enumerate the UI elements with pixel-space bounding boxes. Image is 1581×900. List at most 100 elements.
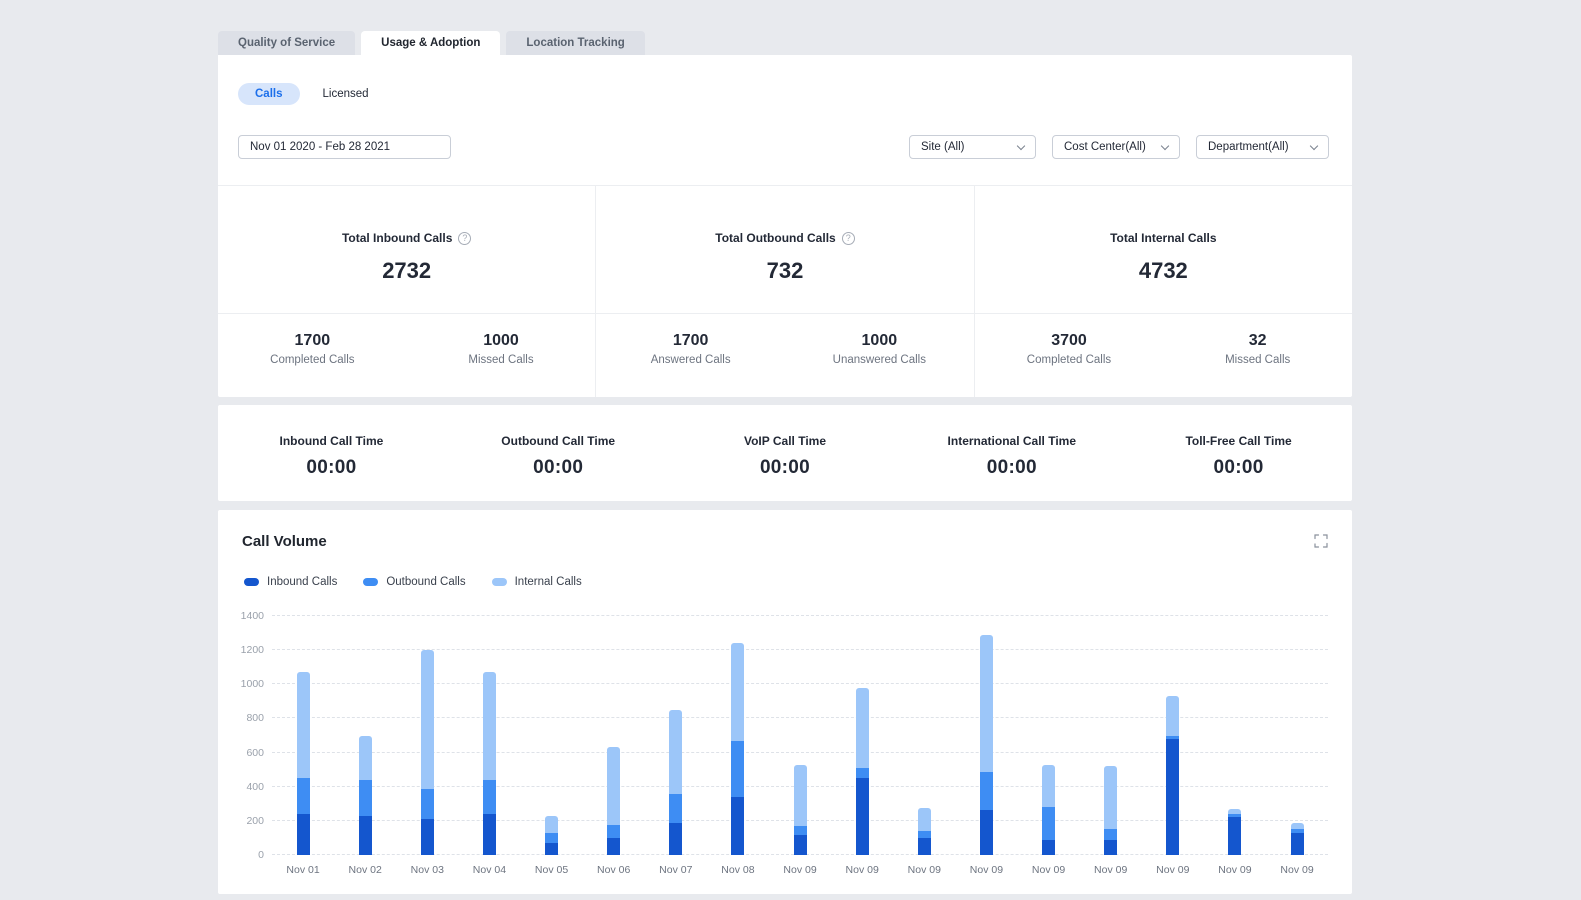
bar-16[interactable] [1204, 616, 1266, 855]
bar-segment [731, 643, 744, 740]
date-range-input[interactable] [238, 135, 451, 159]
tab-usage-adoption[interactable]: Usage & Adoption [361, 31, 500, 55]
stacked-bar [918, 808, 931, 855]
bar-segment [794, 765, 807, 826]
bar-segment [856, 768, 869, 778]
filter-row: Site (All) Cost Center(All) Department(A… [238, 135, 1329, 159]
bar-segment [918, 831, 931, 838]
y-tick-label: 0 [258, 849, 264, 861]
bar-segment [1042, 840, 1055, 855]
bar-17[interactable] [1266, 616, 1328, 855]
sub-stat-value: 32 [1163, 332, 1352, 350]
bar-segment [1104, 829, 1117, 839]
legend-item-outbound[interactable]: Outbound Calls [363, 576, 465, 588]
tab-location-tracking[interactable]: Location Tracking [506, 31, 644, 55]
site-filter-value: Site (All) [921, 141, 964, 153]
stacked-bar [607, 747, 620, 855]
toggle-calls[interactable]: Calls [238, 83, 300, 105]
info-icon[interactable]: ? [842, 232, 855, 245]
legend-chip [492, 578, 507, 586]
x-tick-label: Nov 07 [645, 864, 707, 876]
bar-9[interactable] [769, 616, 831, 855]
internal-calls-total: Total Internal Calls 4732 [975, 186, 1352, 314]
call-volume-card: Call Volume Inbound Calls Outbound Calls [218, 510, 1352, 894]
bar-15[interactable] [1142, 616, 1204, 855]
call-time-title: Inbound Call Time [218, 434, 445, 448]
bar-segment [1228, 817, 1241, 855]
legend-item-inbound[interactable]: Inbound Calls [244, 576, 337, 588]
bar-2[interactable] [334, 616, 396, 855]
bar-segment [669, 823, 682, 855]
tab-quality-of-service[interactable]: Quality of Service [218, 31, 355, 55]
stat-value: 2732 [218, 258, 595, 284]
bar-segment [731, 797, 744, 855]
sub-stat-value: 1700 [596, 332, 785, 350]
bar-7[interactable] [645, 616, 707, 855]
bar-13[interactable] [1018, 616, 1080, 855]
x-tick-label: Nov 09 [831, 864, 893, 876]
sub-stat-value: 1000 [785, 332, 974, 350]
x-tick-label: Nov 01 [272, 864, 334, 876]
bar-5[interactable] [521, 616, 583, 855]
bar-segment [669, 794, 682, 823]
site-filter-dropdown[interactable]: Site (All) [909, 135, 1036, 159]
legend-label: Internal Calls [515, 576, 582, 588]
bar-12[interactable] [955, 616, 1017, 855]
inbound-calls-total: Total Inbound Calls ? 2732 [218, 186, 595, 314]
bar-segment [856, 778, 869, 855]
stacked-bar [794, 765, 807, 855]
bar-11[interactable] [893, 616, 955, 855]
bars-container [272, 616, 1328, 855]
toggle-licensed[interactable]: Licensed [310, 83, 382, 105]
legend-item-internal[interactable]: Internal Calls [492, 576, 582, 588]
sub-stat-label: Completed Calls [218, 354, 407, 366]
bar-segment [297, 814, 310, 855]
y-tick-label: 800 [246, 712, 264, 724]
x-tick-label: Nov 09 [1018, 864, 1080, 876]
cost-center-filter-dropdown[interactable]: Cost Center(All) [1052, 135, 1180, 159]
sub-stat-label: Answered Calls [596, 354, 785, 366]
bar-segment [980, 635, 993, 772]
legend-label: Inbound Calls [267, 576, 337, 588]
bar-segment [1166, 739, 1179, 855]
bar-segment [421, 650, 434, 789]
x-tick-label: Nov 09 [1266, 864, 1328, 876]
bar-segment [545, 833, 558, 843]
internal-calls-summary: Total Internal Calls 4732 3700 Completed… [975, 186, 1352, 397]
analytics-page: Quality of Service Usage & Adoption Loca… [218, 0, 1352, 894]
chevron-down-icon [1310, 141, 1318, 149]
calls-licensed-toggle: Calls Licensed [218, 55, 1352, 105]
x-axis: Nov 01Nov 02Nov 03Nov 04Nov 05Nov 06Nov … [272, 864, 1328, 876]
bar-4[interactable] [458, 616, 520, 855]
stacked-bar [1228, 809, 1241, 855]
bar-segment [359, 816, 372, 855]
bar-8[interactable] [707, 616, 769, 855]
bar-segment [421, 789, 434, 819]
bar-segment [1291, 823, 1304, 830]
y-tick-label: 400 [246, 781, 264, 793]
stacked-bar [483, 672, 496, 855]
call-volume-chart: 0200400600800100012001400 Nov 01Nov 02No… [242, 616, 1328, 876]
bar-segment [607, 838, 620, 855]
bar-segment [545, 816, 558, 833]
x-tick-label: Nov 08 [707, 864, 769, 876]
call-time-title: VoIP Call Time [672, 434, 899, 448]
plot-area [272, 616, 1328, 855]
sub-stat-value: 3700 [975, 332, 1164, 350]
department-filter-dropdown[interactable]: Department(All) [1196, 135, 1329, 159]
top-tab-bar: Quality of Service Usage & Adoption Loca… [218, 31, 1352, 55]
bar-10[interactable] [831, 616, 893, 855]
bar-segment [794, 835, 807, 855]
stacked-bar [731, 643, 744, 855]
chevron-down-icon [1161, 141, 1169, 149]
outbound-calls-total: Total Outbound Calls ? 732 [596, 186, 973, 314]
info-icon[interactable]: ? [458, 232, 471, 245]
fullscreen-button[interactable] [1314, 534, 1328, 548]
bar-segment [483, 672, 496, 780]
bar-1[interactable] [272, 616, 334, 855]
stacked-bar [545, 816, 558, 855]
bar-3[interactable] [396, 616, 458, 855]
bar-14[interactable] [1080, 616, 1142, 855]
bar-6[interactable] [583, 616, 645, 855]
bar-segment [731, 741, 744, 797]
